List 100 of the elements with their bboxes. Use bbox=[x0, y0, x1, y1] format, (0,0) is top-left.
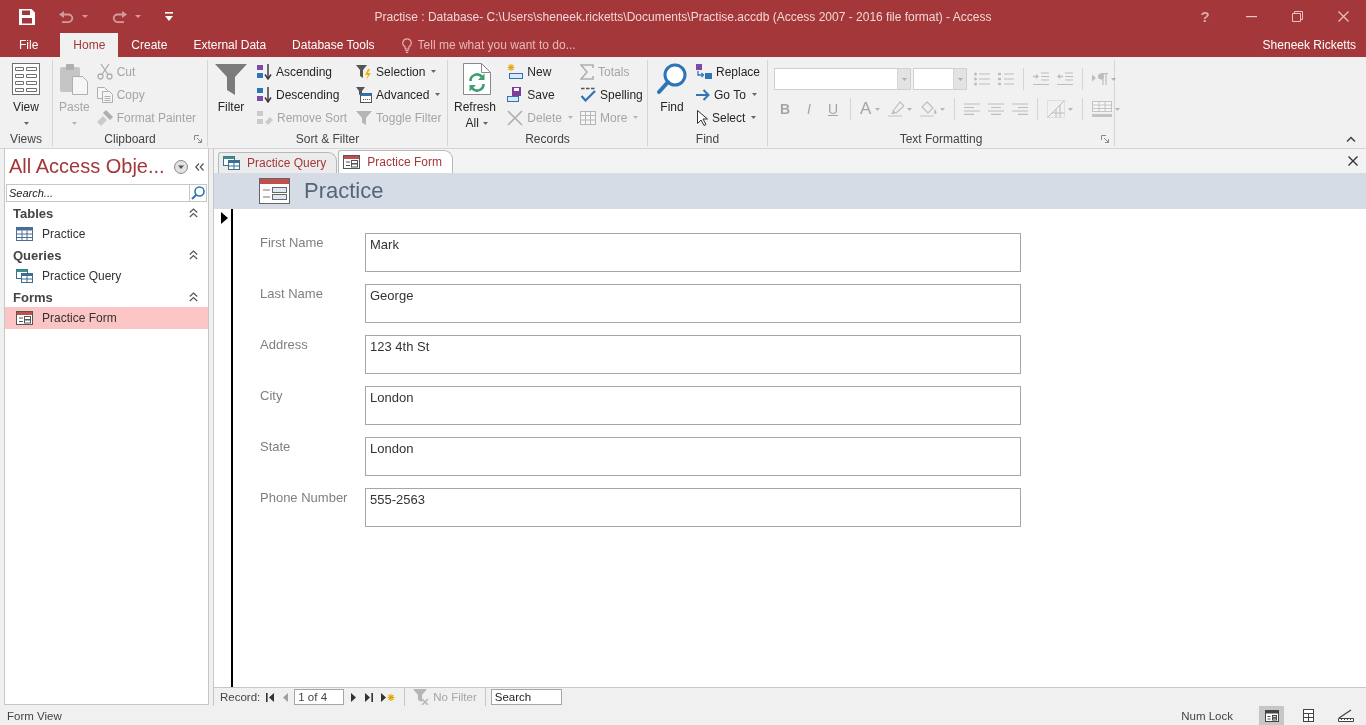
view-button[interactable] bbox=[1259, 706, 1284, 725]
ribbon-button[interactable]: Spelling bbox=[577, 83, 646, 106]
nav-item[interactable]: Practice bbox=[5, 223, 208, 245]
ribbon-tab[interactable]: Home bbox=[60, 33, 119, 57]
ribbon-button[interactable]: Replace bbox=[693, 60, 764, 83]
ribbon-button[interactable]: Go To bbox=[693, 83, 764, 106]
field-label: Address bbox=[260, 336, 309, 354]
filter-form-icon bbox=[356, 86, 373, 103]
ribbon-tab[interactable]: Create bbox=[118, 33, 181, 57]
undo-icon bbox=[59, 10, 74, 23]
group-label: Views bbox=[10, 132, 42, 146]
ribbon-button[interactable]: Refresh All bbox=[450, 60, 504, 132]
caret-icon bbox=[901, 77, 907, 81]
text-field[interactable]: 123 4th St bbox=[365, 335, 1021, 374]
form-icon bbox=[343, 155, 361, 169]
ribbon-button[interactable]: View bbox=[8, 60, 44, 132]
filter-lightning-icon bbox=[356, 63, 373, 80]
group-label: Text Formatting bbox=[899, 132, 983, 146]
collapse-ribbon-icon[interactable] bbox=[1346, 136, 1356, 142]
ribbon-button[interactable]: Advanced bbox=[353, 83, 445, 106]
bullet-list-icon bbox=[974, 72, 990, 86]
save-record-icon bbox=[507, 87, 524, 102]
caret-icon bbox=[940, 107, 946, 111]
text-field[interactable]: London bbox=[365, 386, 1021, 425]
form-title: Practice bbox=[304, 178, 384, 204]
minimize-icon bbox=[1245, 15, 1257, 18]
first-record-icon bbox=[266, 692, 276, 702]
ribbon-button[interactable]: Save bbox=[504, 83, 577, 106]
document-tab[interactable]: Practice Form bbox=[338, 150, 454, 173]
status-indicator: Num Lock bbox=[1181, 709, 1233, 722]
text-field[interactable]: 555-2563 bbox=[365, 488, 1021, 527]
field-label: City bbox=[260, 387, 284, 405]
ribbon-tab[interactable]: Database Tools bbox=[279, 33, 388, 57]
caret-icon bbox=[82, 15, 88, 18]
numbered-list-icon bbox=[998, 72, 1014, 86]
paragraph-icon bbox=[1092, 73, 1108, 85]
caret-icon bbox=[957, 77, 963, 81]
ribbon-tab[interactable]: File bbox=[6, 33, 52, 57]
ribbon-button[interactable]: New bbox=[504, 60, 577, 83]
record-position-field[interactable]: 1 of 4 bbox=[294, 689, 345, 705]
dropdown-circle-icon[interactable] bbox=[174, 159, 188, 174]
caret-icon bbox=[135, 15, 141, 18]
ribbon-button[interactable]: Select bbox=[693, 106, 764, 129]
ribbon-button[interactable]: Find bbox=[653, 60, 691, 132]
field-label: State bbox=[260, 438, 292, 456]
sort-ascending-icon bbox=[257, 63, 272, 80]
ribbon-button[interactable]: Selection bbox=[353, 60, 445, 83]
ribbon-button[interactable]: Filter bbox=[211, 60, 251, 132]
caret-icon bbox=[1115, 107, 1121, 111]
row-color-icon bbox=[1092, 101, 1113, 117]
outdent-icon bbox=[1057, 72, 1073, 86]
group-label: Sort & Filter bbox=[295, 132, 360, 146]
dialog-launcher-icon[interactable] bbox=[194, 135, 202, 143]
clipboard-icon bbox=[59, 63, 90, 95]
filter-icon bbox=[356, 109, 373, 126]
group-label: Clipboard bbox=[104, 132, 156, 146]
nav-item[interactable]: Practice Form bbox=[5, 307, 208, 329]
nav-group-header[interactable]: Tables bbox=[5, 203, 208, 223]
nav-item[interactable]: Practice Query bbox=[5, 265, 208, 287]
ribbon-button[interactable]: Ascending bbox=[254, 60, 351, 83]
align-center-icon bbox=[988, 103, 1005, 115]
new-record-icon bbox=[507, 64, 524, 79]
window-title: Practise : Database- C:\Users\sheneek.ricketts\Documents\Practise.accdb (Access 2007 - 2016 file format) - Access bbox=[374, 9, 992, 24]
pane-title: All Access Obje... bbox=[9, 155, 166, 178]
design-view-icon bbox=[1337, 709, 1354, 722]
ribbon-tab[interactable]: External Data bbox=[180, 33, 280, 57]
close-icon[interactable] bbox=[1348, 156, 1358, 166]
field-label: Last Name bbox=[260, 285, 324, 303]
align-left-icon bbox=[964, 103, 981, 115]
group-label: Records bbox=[525, 132, 570, 146]
new-record-icon bbox=[381, 692, 396, 702]
document-tab[interactable]: Practice Query bbox=[218, 152, 338, 173]
tell-me-field[interactable]: Tell me what you want to do... bbox=[417, 38, 608, 52]
scissors-icon bbox=[96, 63, 113, 80]
double-chevron-left-icon[interactable] bbox=[195, 162, 204, 171]
close-icon bbox=[1337, 11, 1349, 22]
text-field[interactable]: George bbox=[365, 284, 1021, 323]
nav-group-header[interactable]: Queries bbox=[5, 245, 208, 265]
delete-icon bbox=[507, 109, 524, 126]
align-right-icon bbox=[1012, 103, 1029, 115]
status-text: Form View bbox=[7, 709, 62, 722]
cursor-icon bbox=[696, 109, 708, 126]
text-field[interactable]: London bbox=[365, 437, 1021, 476]
search-field[interactable]: Search bbox=[490, 689, 562, 705]
search-field[interactable]: Search... bbox=[6, 184, 189, 202]
paintbrush-icon bbox=[96, 109, 113, 126]
field-label: Phone Number bbox=[260, 489, 349, 507]
account-name[interactable]: Sheneek Ricketts bbox=[1262, 38, 1366, 52]
refresh-icon bbox=[462, 63, 491, 95]
caret-icon bbox=[907, 107, 913, 111]
ribbon-button[interactable]: Descending bbox=[254, 83, 351, 106]
caret-icon bbox=[1111, 77, 1116, 81]
spell-check-icon bbox=[580, 87, 597, 102]
form-view-icon bbox=[12, 63, 40, 95]
customize-toolbar-icon bbox=[165, 12, 173, 21]
text-field[interactable]: Mark bbox=[365, 233, 1021, 272]
search-icon[interactable] bbox=[191, 186, 205, 200]
gridlines-icon bbox=[1047, 100, 1066, 118]
lightbulb-icon bbox=[401, 37, 412, 53]
nav-group-header[interactable]: Forms bbox=[5, 287, 208, 307]
